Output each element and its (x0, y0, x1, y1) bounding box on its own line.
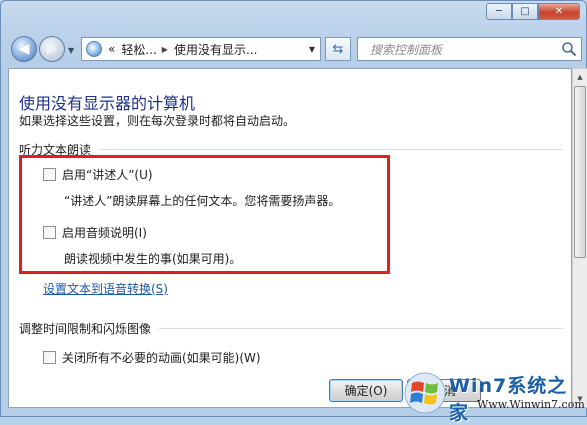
forward-arrow-icon: ▶ (46, 41, 58, 57)
control-panel-window: ─ □ ✕ ◀ ▶ ▼ « 轻松... ▶ 使用没有显示... ▼ ⇆ 搜索控制… (0, 0, 587, 424)
scrollbar-thumb[interactable] (574, 86, 586, 258)
watermark-url: Www.Winwin7.com (477, 398, 585, 411)
breadcrumb-current-page[interactable]: 使用没有显示... (174, 41, 257, 58)
section-divider (159, 328, 563, 329)
refresh-icon: ⇆ (332, 41, 344, 57)
search-placeholder: 搜索控制面板 (370, 42, 443, 57)
content-pane: 使用没有显示器的计算机 如果选择这些设置，则在每次登录时都将自动启动。 听力文本… (8, 68, 572, 408)
search-icon[interactable] (561, 41, 577, 57)
back-arrow-icon: ◀ (18, 41, 30, 57)
disable-animations-label[interactable]: 关闭所有不必要的动画(如果可能)(W) (62, 349, 261, 366)
caption-buttons: ─ □ ✕ (486, 3, 580, 20)
section-divider (99, 149, 563, 150)
search-box[interactable]: 搜索控制面板 (357, 37, 582, 61)
close-button[interactable]: ✕ (538, 3, 580, 20)
disable-animations-option[interactable]: 关闭所有不必要的动画(如果可能)(W) (43, 349, 261, 366)
text-to-speech-settings-link[interactable]: 设置文本到语音转换(S) (43, 280, 168, 297)
navigation-bar: ◀ ▶ ▼ « 轻松... ▶ 使用没有显示... ▼ ⇆ 搜索控制面板 (7, 33, 582, 65)
breadcrumb-separator-icon[interactable]: ▶ (162, 45, 168, 54)
breadcrumb-ease-of-access[interactable]: 轻松... (121, 41, 156, 58)
highlight-box (19, 155, 390, 274)
watermark-logo: Win7系统之家 Www.Winwin7.com (397, 369, 587, 424)
address-dropdown-icon[interactable]: ▼ (309, 45, 315, 54)
forward-button[interactable]: ▶ (39, 36, 65, 62)
section-heading-time-limits: 调整时间限制和闪烁图像 (19, 322, 152, 336)
disable-animations-checkbox[interactable] (43, 351, 56, 364)
minimize-button[interactable]: ─ (486, 3, 512, 20)
vertical-scrollbar[interactable]: ▲ ▼ (572, 68, 587, 408)
refresh-button[interactable]: ⇆ (325, 37, 351, 61)
control-panel-icon (86, 41, 102, 57)
maximize-button[interactable]: □ (512, 3, 538, 20)
ok-button[interactable]: 确定(O) (329, 379, 403, 402)
page-title: 使用没有显示器的计算机 (19, 94, 196, 113)
address-bar[interactable]: « 轻松... ▶ 使用没有显示... ▼ (81, 37, 321, 61)
windows-logo-icon (404, 372, 446, 414)
breadcrumb-overflow[interactable]: « (108, 42, 115, 56)
recent-pages-chevron-icon[interactable]: ▼ (68, 46, 74, 55)
page-description: 如果选择这些设置，则在每次登录时都将自动启动。 (19, 114, 296, 128)
scroll-up-icon[interactable]: ▲ (573, 69, 587, 85)
back-button[interactable]: ◀ (11, 36, 37, 62)
